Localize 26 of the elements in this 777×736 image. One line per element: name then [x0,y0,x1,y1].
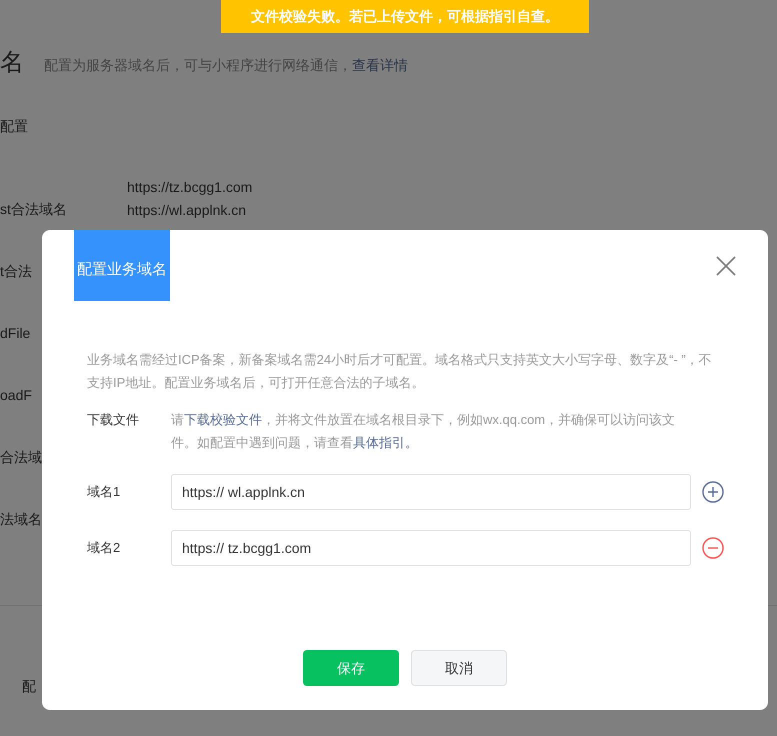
field-label: oadF [0,386,32,404]
page-subtitle: 配置为服务器域名后，可与小程序进行网络通信，查看详情 [44,56,408,75]
domain-input[interactable]: https:// tz.bcgg1.com [171,530,691,566]
field-label: 配 [22,677,36,696]
domain-text: https://wl.applnk.cn [127,201,248,219]
field-label: dFile [0,324,30,342]
close-icon [716,256,736,276]
close-button[interactable] [716,256,736,276]
remove-icon[interactable] [702,537,724,559]
add-icon[interactable] [702,481,724,503]
domain-input[interactable]: https:// wl.applnk.cn [171,474,691,510]
cancel-button[interactable]: 取消 [411,650,507,686]
field-label: 域名2 [87,539,122,558]
field-label: 域名1 [87,483,122,502]
page-heading: 名 [0,48,24,78]
field-label: t合法 [0,262,32,280]
field-label: 合法域 [0,448,42,466]
domain-text: https://tz.bcgg1.com [127,178,254,196]
download-instructions: 请下载校验文件，并将文件放置在域名根目录下，例如wx.qq.com，并确保可以访问该文件。如配置中遇到问题，请查看具体指引。 [171,411,676,452]
section-title: 配置 [0,117,28,136]
dialog-title: 配置业务域名 [74,230,170,301]
field-label: st合法域名 [0,200,67,218]
error-toast: 文件校验失败。若已上传文件，可根据指引自查。 [221,0,589,33]
notice-text: 业务域名需经过ICP备案，新备案域名需24小时后才可配置。域名格式只支持英文大小写字母、数字及“- ”，不支持IP地址。配置业务域名后，可打开任意合法的子域名。 [87,351,713,392]
field-label: 法域名 [0,510,42,528]
field-label: 下载文件 [87,411,140,429]
